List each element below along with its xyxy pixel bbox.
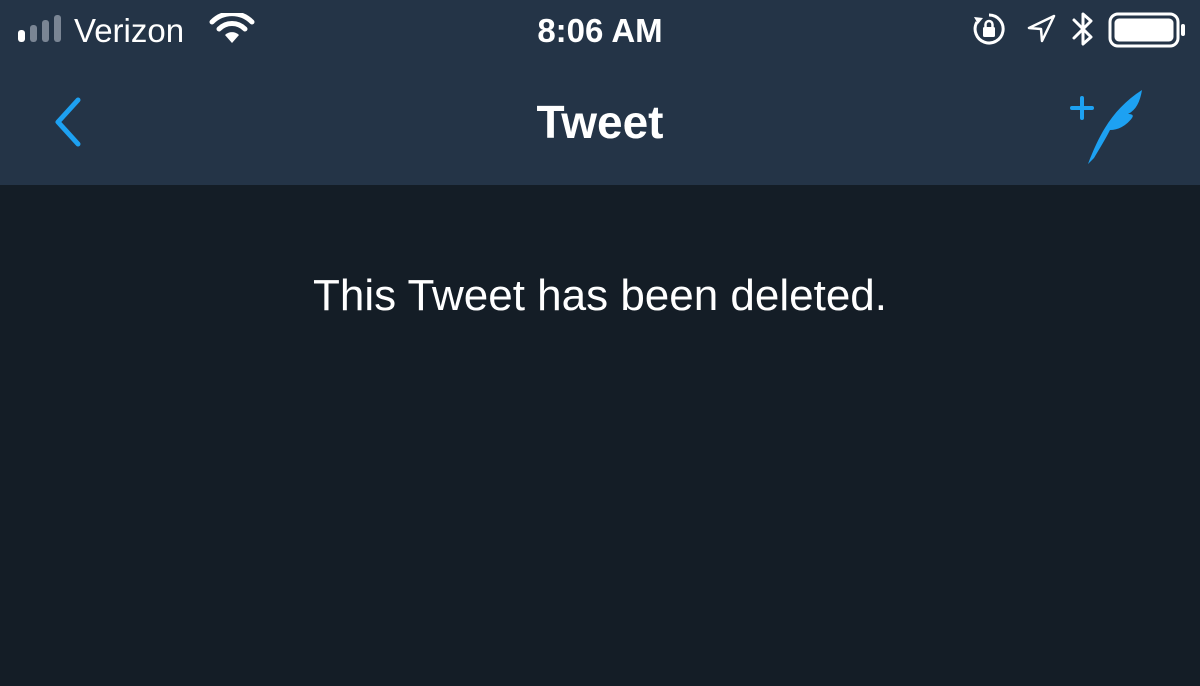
signal-bars-icon (18, 15, 61, 42)
carrier-name: Verizon (74, 12, 185, 49)
tweet-screen: Verizon 8:06 AM Tweet This Tweet has bee… (0, 0, 1200, 686)
chevron-left-icon (55, 97, 81, 147)
compose-tweet-icon (1070, 90, 1142, 164)
tweet-content: This Tweet has been deleted. (0, 185, 1200, 686)
battery-icon (1108, 12, 1185, 48)
compose-tweet-button[interactable] (1060, 80, 1156, 164)
status-bar: Verizon 8:06 AM (0, 0, 1200, 62)
wifi-icon (209, 13, 255, 43)
deleted-tweet-message: This Tweet has been deleted. (312, 271, 888, 320)
bluetooth-icon (1072, 12, 1093, 46)
back-button[interactable] (30, 82, 110, 162)
page-title: Tweet (536, 96, 664, 148)
header: Verizon 8:06 AM Tweet (0, 0, 1200, 185)
rotation-lock-icon (973, 13, 1005, 45)
location-arrow-icon (1027, 14, 1056, 43)
navigation-bar: Tweet (0, 62, 1200, 185)
